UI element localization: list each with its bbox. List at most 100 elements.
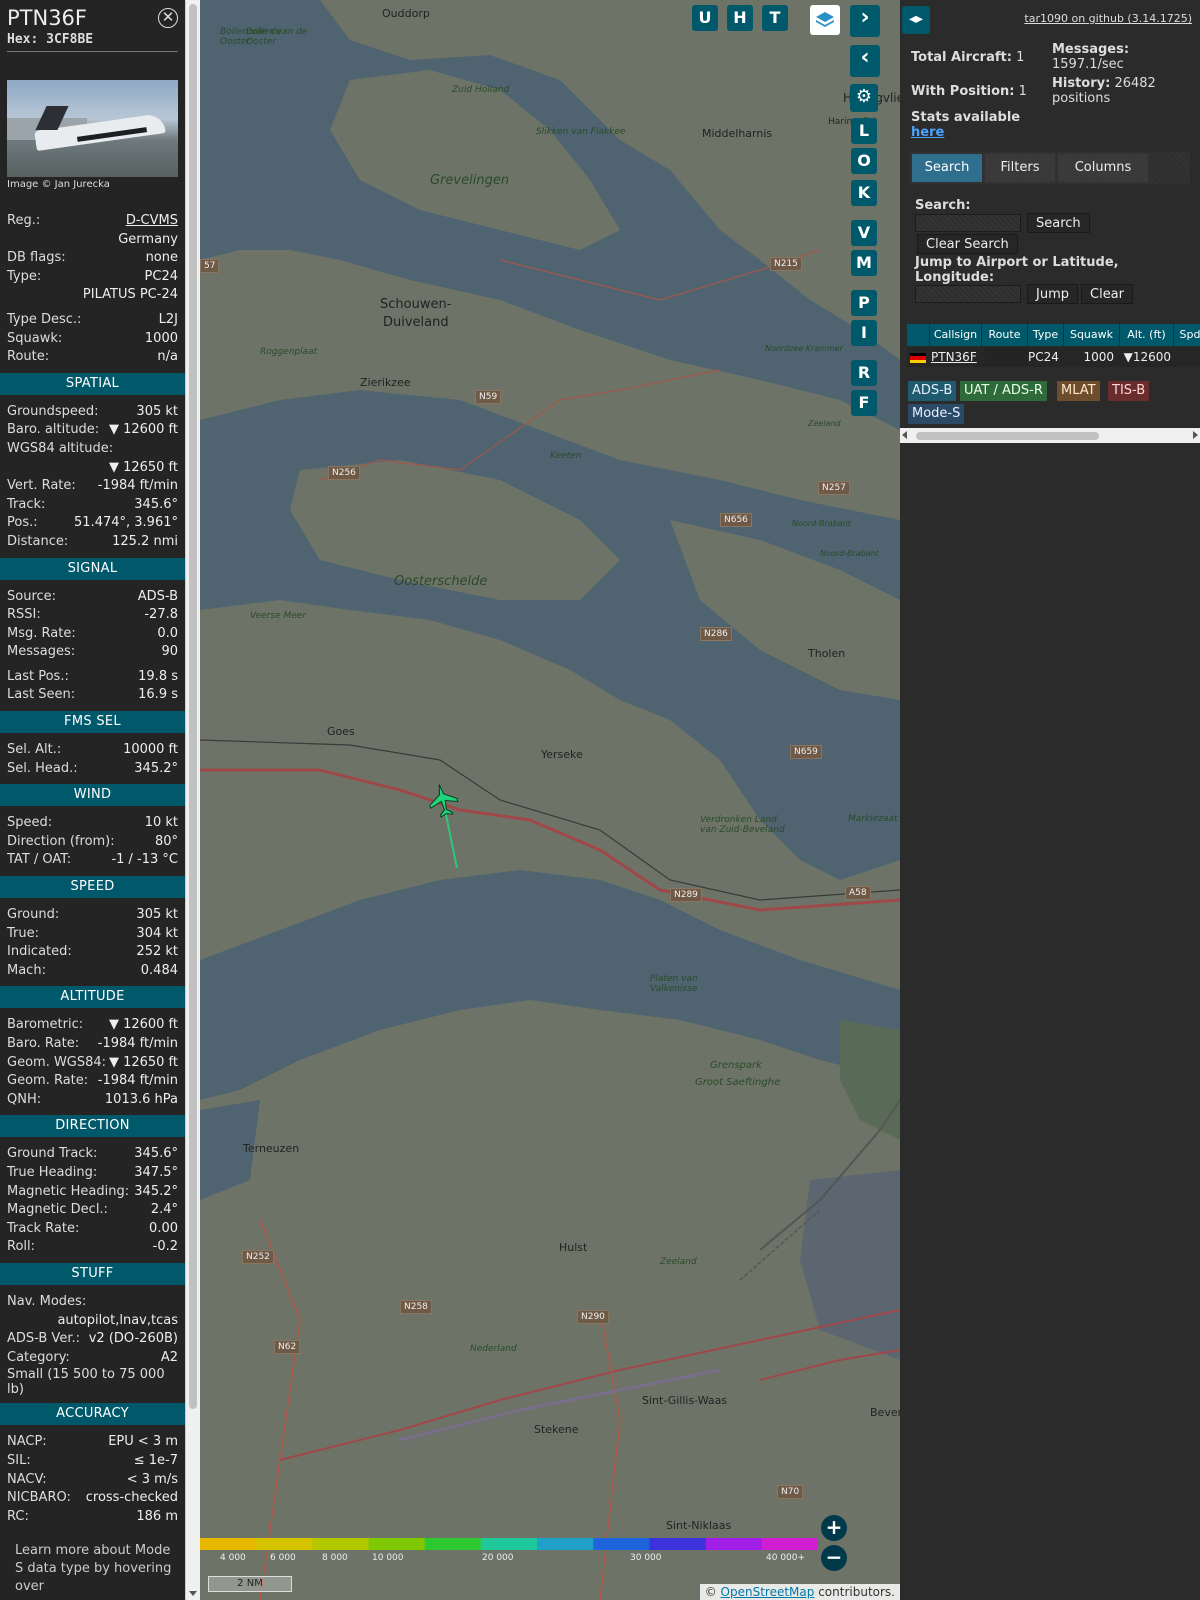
map-place-label: Duiveland: [383, 315, 449, 330]
altitude-color-segment: [761, 1538, 818, 1550]
detail-value: -27.8: [144, 607, 178, 623]
column-route[interactable]: Route: [982, 324, 1028, 346]
map-button-m[interactable]: M: [851, 250, 877, 276]
altitude-color-segment: [480, 1538, 539, 1550]
altitude-scale-label: 20 000: [482, 1553, 514, 1563]
detail-key: Source:: [7, 588, 57, 604]
hex-label: Hex:: [7, 32, 39, 47]
altitude-color-segment: [256, 1538, 314, 1550]
road-shield: N257: [818, 481, 850, 495]
detail-row: True: 304 kt: [7, 925, 178, 944]
layers-icon[interactable]: [810, 5, 840, 35]
map-place-label: Ouddorp: [382, 7, 430, 20]
detail-row: NACV: < 3 m/s: [7, 1471, 178, 1490]
map-button-f[interactable]: F: [851, 390, 877, 416]
detail-row: NICBARO: cross-checked: [7, 1489, 178, 1508]
toggle-sidebar-icon[interactable]: ◂▸: [902, 6, 930, 34]
detail-row: Nav. Modes:: [7, 1293, 178, 1312]
stats-here-link[interactable]: here: [911, 125, 944, 140]
column-altitude[interactable]: Alt. (ft): [1120, 324, 1174, 346]
clear-search-button[interactable]: Clear Search: [917, 234, 1018, 254]
detail-value: 347.5°: [134, 1164, 178, 1180]
aircraft-photo[interactable]: [7, 80, 178, 177]
table-horizontal-scrollbar[interactable]: [900, 428, 1200, 443]
column-callsign[interactable]: Callsign: [930, 324, 982, 346]
info-panel-scrollbar[interactable]: [185, 0, 200, 1600]
detail-value: -1984 ft/min: [97, 1073, 178, 1089]
collapse-left-icon[interactable]: ‹: [850, 45, 880, 77]
detail-key: Type:: [7, 268, 42, 284]
with-position-label: With Position:: [911, 84, 1015, 99]
map-button-h[interactable]: H: [727, 5, 753, 31]
detail-value: 0.484: [140, 962, 178, 978]
detail-value: PC24: [144, 268, 178, 284]
detail-key: Squawk:: [7, 330, 63, 346]
zoom-out-button[interactable]: −: [821, 1545, 847, 1571]
detail-key: Last Seen:: [7, 687, 76, 703]
map-button-u[interactable]: U: [692, 5, 718, 31]
map-button-l[interactable]: L: [851, 118, 877, 144]
detail-row: Speed: 10 kt: [7, 814, 178, 833]
search-input[interactable]: [915, 214, 1021, 232]
map-place-label: Middelharnis: [702, 127, 773, 140]
detail-key: SIL:: [7, 1452, 31, 1468]
detail-row: NACP: EPU < 3 m: [7, 1433, 178, 1452]
detail-value: ▼ 12600 ft: [108, 1017, 178, 1033]
map-button-o[interactable]: O: [851, 148, 877, 174]
detail-row: QNH: 1013.6 hPa: [7, 1091, 178, 1110]
column-speed[interactable]: Spd: [1174, 324, 1200, 346]
map-button-t[interactable]: T: [762, 5, 788, 31]
detail-key: Geom. WGS84:: [7, 1054, 107, 1070]
detail-value: 186 m: [136, 1508, 178, 1524]
map-button-v[interactable]: V: [851, 220, 877, 246]
map-button-p[interactable]: P: [851, 290, 877, 316]
map-button-i[interactable]: I: [851, 320, 877, 346]
clear-jump-button[interactable]: Clear: [1081, 284, 1133, 304]
detail-row: Geom. WGS84: ▼ 12650 ft: [7, 1054, 178, 1073]
detail-row: Sel. Head.: 345.2°: [7, 760, 178, 779]
jump-button[interactable]: Jump: [1027, 284, 1078, 304]
expand-right-icon[interactable]: ›: [850, 5, 880, 37]
detail-row: Source: ADS-B: [7, 588, 178, 607]
road-shield: N290: [577, 1310, 609, 1324]
map-view[interactable]: Ouddorp Bollen van de Ooster Bollen van de…: [200, 0, 900, 1600]
settings-gear-icon[interactable]: ⚙: [850, 84, 878, 112]
tab-search[interactable]: Search: [912, 154, 982, 182]
detail-key: Msg. Rate:: [7, 625, 76, 641]
detail-key: Type Desc.:: [7, 311, 82, 327]
osm-link[interactable]: OpenStreetMap: [721, 1585, 815, 1599]
github-link[interactable]: tar1090 on github (3.14.1725): [1024, 12, 1192, 25]
altitude-scale-labels: 4 000 6 000 8 000 10 000 20 000 30 000 40 000+: [200, 1553, 818, 1565]
registration-link[interactable]: D-CVMS: [126, 212, 178, 231]
road-shield: N70: [777, 1485, 804, 1499]
detail-value: 90: [161, 644, 178, 660]
jump-input[interactable]: [915, 285, 1021, 303]
search-button[interactable]: Search: [1027, 213, 1090, 233]
map-place-label: Roggenplaat: [260, 347, 318, 357]
detail-row: Distance: 125.2 nmi: [7, 533, 178, 552]
map-place-label: Markiezaat: [848, 814, 898, 824]
close-icon[interactable]: ✕: [158, 8, 178, 28]
detail-key: Route:: [7, 349, 50, 365]
detail-key: Ground Track:: [7, 1146, 98, 1162]
column-squawk[interactable]: Squawk: [1064, 324, 1120, 346]
table-row[interactable]: PTN36F PC24 1000 ▼12600: [907, 347, 1200, 367]
detail-row: Direction (from): 80°: [7, 833, 178, 852]
table-header: Callsign Route Type Squawk Alt. (ft) Spd: [907, 324, 1200, 346]
tab-filters[interactable]: Filters: [985, 154, 1055, 182]
map-button-r[interactable]: R: [851, 360, 877, 386]
detail-row: Barometric: ▼ 12600 ft: [7, 1016, 178, 1035]
map-place-label: Oosterschelde: [394, 574, 488, 589]
zoom-in-button[interactable]: +: [821, 1515, 847, 1541]
detail-value: 2.4°: [150, 1202, 178, 1218]
detail-key: Ground:: [7, 907, 60, 923]
detail-row: Type: PC24: [7, 268, 178, 287]
map-place-label: Slikken van Flakkee: [536, 127, 626, 137]
row-callsign[interactable]: PTN36F: [931, 347, 977, 367]
map-place-label: Sint-Gillis-Waas: [642, 1394, 728, 1407]
map-button-k[interactable]: K: [851, 180, 877, 206]
detail-row: DB flags: none: [7, 249, 178, 268]
column-type[interactable]: Type: [1028, 324, 1064, 346]
detail-key: TAT / OAT:: [7, 852, 72, 868]
tab-columns[interactable]: Columns: [1058, 154, 1148, 182]
